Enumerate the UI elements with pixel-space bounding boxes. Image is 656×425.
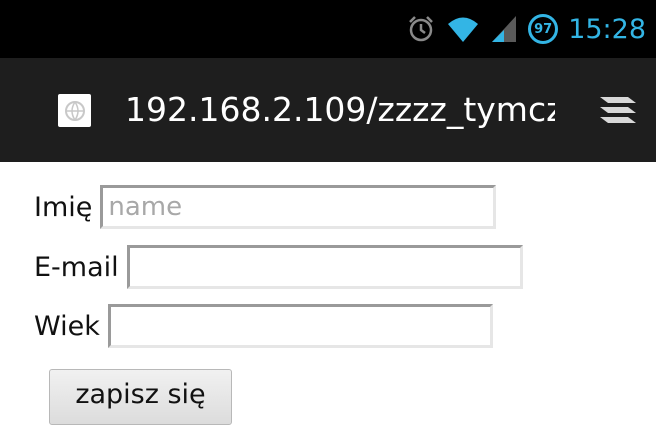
globe-icon	[58, 94, 91, 127]
status-time: 15:28	[568, 13, 646, 45]
alarm-icon	[409, 16, 434, 42]
url-bar[interactable]: 192.168.2.109/zzzz_tymcz	[0, 58, 656, 162]
email-label: E-mail	[34, 251, 119, 283]
name-row: Imię	[34, 185, 497, 229]
age-label: Wiek	[34, 310, 100, 342]
name-label: Imię	[34, 191, 93, 223]
age-input[interactable]	[107, 304, 493, 348]
email-input[interactable]	[126, 245, 523, 289]
status-bar: 97 15:28	[0, 0, 656, 58]
submit-button[interactable]: zapisz się	[49, 369, 232, 425]
battery-level: 97	[534, 21, 553, 37]
tabs-menu-icon[interactable]	[598, 93, 638, 129]
email-row: E-mail	[34, 245, 523, 289]
battery-icon: 97	[528, 14, 559, 44]
wifi-icon	[448, 17, 479, 42]
url-text[interactable]: 192.168.2.109/zzzz_tymcz	[125, 88, 555, 132]
status-icons: 97 15:28	[406, 0, 646, 58]
age-row: Wiek	[34, 304, 493, 348]
signal-icon	[492, 16, 517, 42]
name-input[interactable]	[100, 185, 497, 229]
